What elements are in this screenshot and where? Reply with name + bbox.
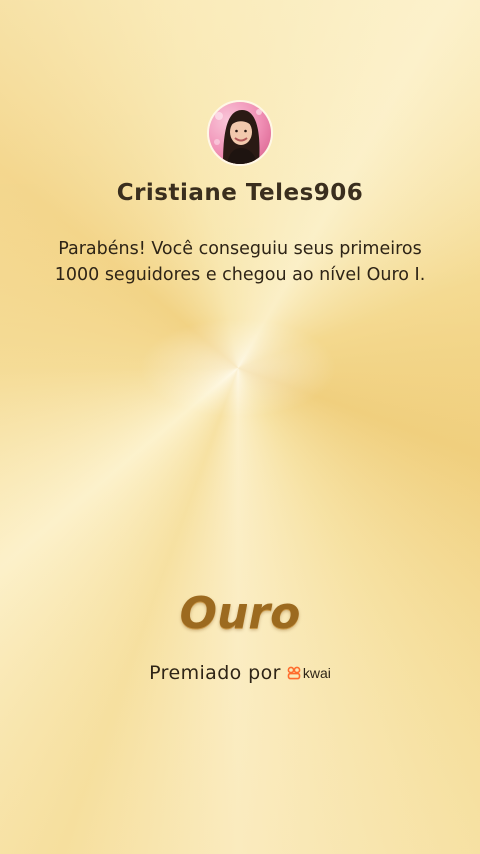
level-title: Ouro bbox=[179, 588, 301, 639]
achievement-message: Parabéns! Você conseguiu seus primeiros … bbox=[54, 239, 426, 285]
kwai-brand[interactable]: kwai bbox=[287, 665, 331, 681]
user-avatar[interactable] bbox=[207, 100, 273, 166]
awarded-by-label: Premiado por bbox=[149, 662, 281, 684]
username: Cristiane Teles906 bbox=[116, 180, 364, 206]
avatar-photo-icon bbox=[209, 102, 271, 164]
achievement-screen: Cristiane Teles906 Parabéns! Você conseg… bbox=[0, 0, 480, 854]
awarded-by: Premiado por kwai bbox=[0, 662, 480, 684]
kwai-logo-icon bbox=[287, 666, 301, 680]
kwai-brand-label: kwai bbox=[302, 665, 331, 681]
